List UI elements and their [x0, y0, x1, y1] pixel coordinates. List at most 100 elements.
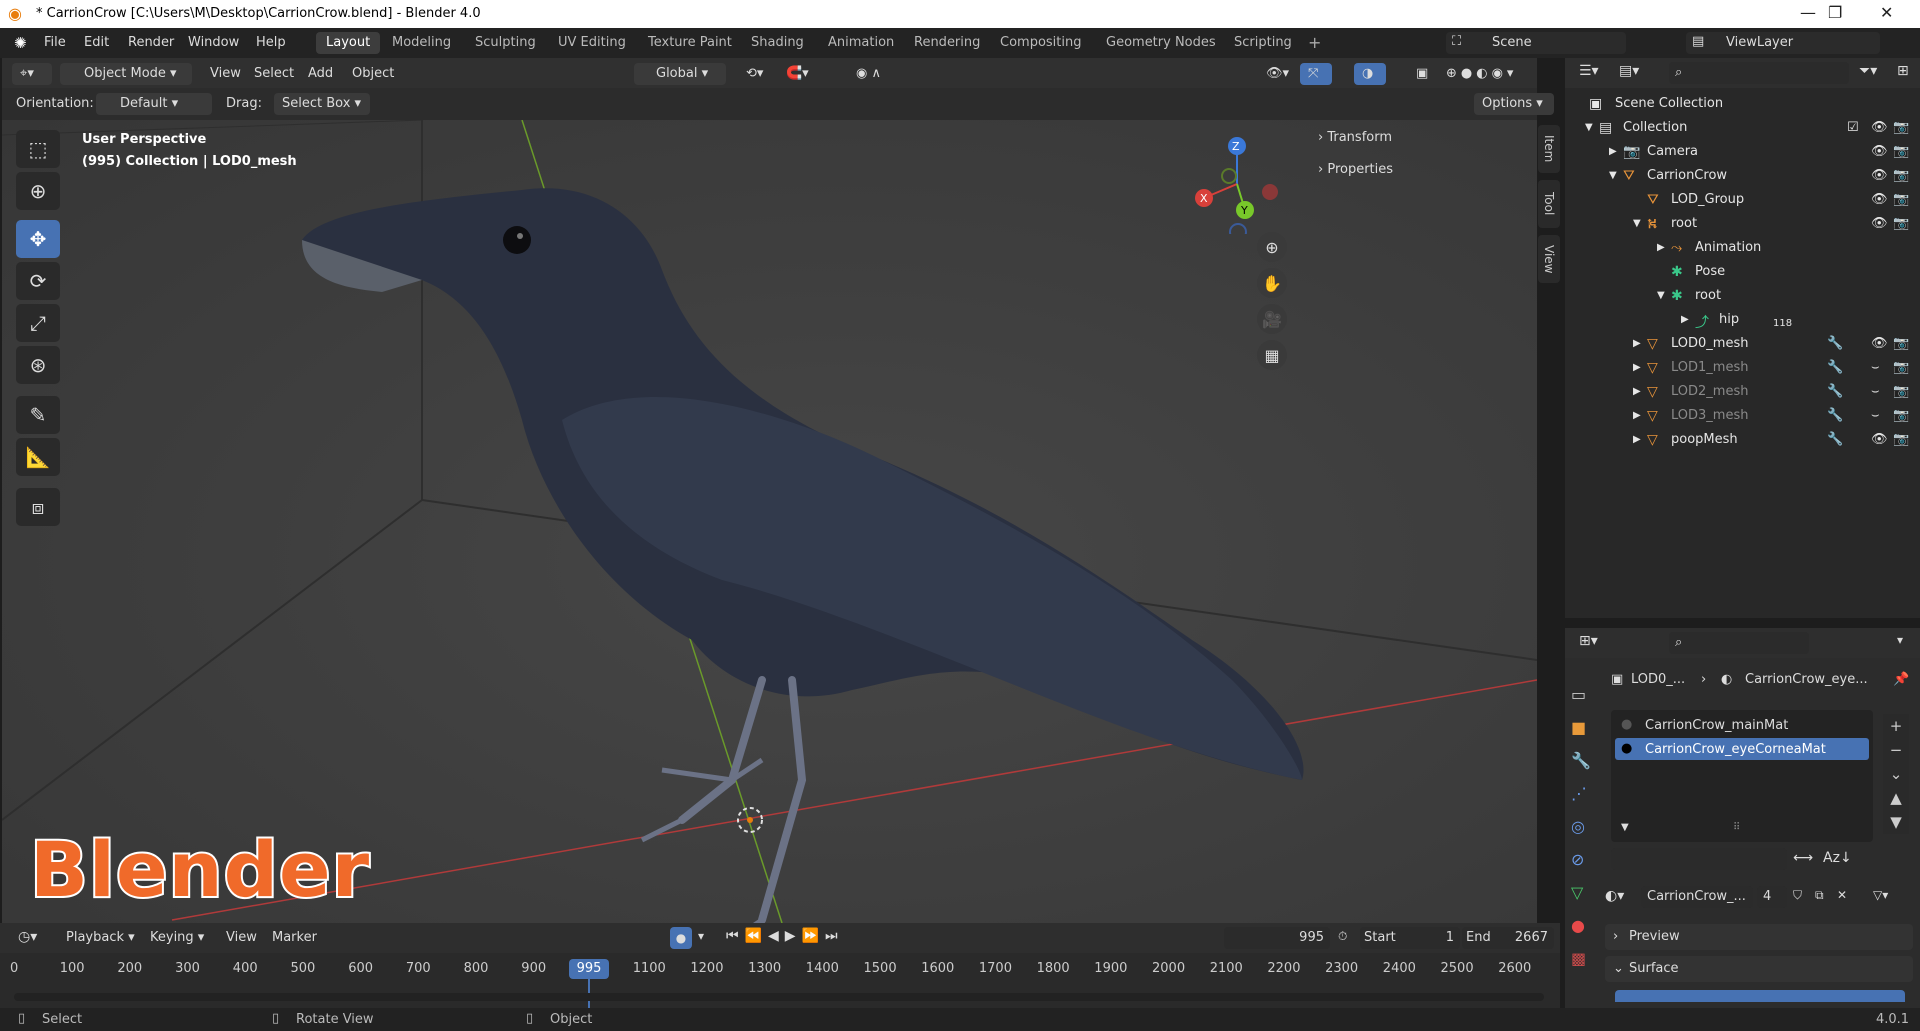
orientation-dropdown[interactable]: Default ▾	[96, 93, 212, 115]
render-toggle-icon[interactable]: 📷	[1893, 192, 1909, 207]
particles-tab-icon[interactable]: ⋰	[1571, 777, 1595, 810]
outliner-search-input[interactable]: ⌕	[1669, 62, 1849, 84]
outliner-row[interactable]: ✱ Pose	[1565, 260, 1920, 284]
move-up-icon[interactable]: ▲	[1883, 786, 1909, 810]
outliner-row[interactable]: ▶ ▽ poopMesh 👁 📷 🔧	[1565, 428, 1920, 452]
render-toggle-icon[interactable]: 📷	[1893, 408, 1909, 423]
menu-render[interactable]: Render	[128, 35, 174, 50]
constraints-tab-icon[interactable]: ⊘	[1571, 843, 1595, 876]
render-toggle-icon[interactable]: 📷	[1893, 168, 1909, 183]
drag-dropdown[interactable]: Select Box ▾	[274, 93, 370, 115]
duplicate-icon[interactable]: ⧉	[1815, 888, 1824, 903]
outliner-row[interactable]: ▼ ✱ root	[1565, 284, 1920, 308]
filter-icon[interactable]: ⏷▾	[1859, 63, 1877, 79]
tab-sculpting[interactable]: Sculpting	[465, 32, 546, 54]
timeline-scrollbar[interactable]	[14, 993, 1544, 1001]
outliner-editor-icon[interactable]: ☰▾	[1579, 63, 1599, 79]
eye-icon[interactable]: 👁	[1871, 168, 1888, 183]
transform-panel-header[interactable]: › Transform	[1318, 130, 1392, 145]
minimize-icon[interactable]: —	[1800, 3, 1816, 22]
move-down-icon[interactable]: ▼	[1883, 810, 1909, 834]
surface-node-field[interactable]	[1615, 990, 1905, 1002]
shading-modes-icon[interactable]: ⊕●◐◉▾	[1438, 63, 1525, 85]
modifier-icon[interactable]: 🔧	[1827, 360, 1843, 375]
render-toggle-icon[interactable]: 📷	[1893, 360, 1909, 375]
tool-tab-icon[interactable]: ▭	[1571, 678, 1595, 711]
viewport-menu-select[interactable]: Select	[246, 63, 302, 85]
scale-tool-icon[interactable]: ⤢	[16, 304, 60, 342]
expand-arrow-icon[interactable]: ▼	[1609, 170, 1617, 181]
material-slot-item[interactable]: ● CarrionCrow_mainMat	[1615, 714, 1869, 736]
transform-orientation-dropdown[interactable]: Global ▾	[634, 63, 726, 85]
eye-icon[interactable]: 👁	[1871, 192, 1888, 207]
material-users-count[interactable]: 4	[1757, 886, 1787, 908]
expand-arrow-icon[interactable]: ▶	[1609, 146, 1617, 157]
modifier-icon[interactable]: 🔧	[1827, 384, 1843, 399]
eye-icon[interactable]: 👁	[1871, 144, 1888, 159]
add-slot-icon[interactable]: +	[1883, 714, 1909, 738]
outliner-row[interactable]: ⛛ LOD_Group 👁 📷	[1565, 188, 1920, 212]
remove-slot-icon[interactable]: −	[1883, 738, 1909, 762]
menu-edit[interactable]: Edit	[84, 35, 109, 50]
tab-uv-editing[interactable]: UV Editing	[548, 32, 636, 54]
ortho-grid-icon[interactable]: ▦	[1257, 340, 1287, 370]
new-collection-icon[interactable]: ⊞	[1897, 63, 1909, 79]
eye-icon[interactable]: 👁	[1871, 216, 1888, 231]
expand-arrow-icon[interactable]: ▶	[1681, 314, 1689, 325]
cursor-tool-icon[interactable]: ⊕	[16, 172, 60, 210]
tab-geometry-nodes[interactable]: Geometry Nodes	[1096, 32, 1226, 54]
material-browse-icon[interactable]: ◐▾	[1605, 888, 1624, 904]
annotate-tool-icon[interactable]: ✎	[16, 396, 60, 434]
tab-texture-paint[interactable]: Texture Paint	[638, 32, 742, 54]
render-toggle-icon[interactable]: 📷	[1893, 336, 1909, 351]
navigation-gizmo[interactable]: Z X Y	[1182, 134, 1292, 234]
properties-editor-icon[interactable]: ⊞▾	[1579, 633, 1598, 649]
render-toggle-icon[interactable]: 📷	[1893, 144, 1909, 159]
properties-search-input[interactable]: ⌕	[1669, 632, 1809, 654]
render-toggle-icon[interactable]: 📷	[1893, 216, 1909, 231]
material-name-field[interactable]: CarrionCrow_...	[1641, 886, 1753, 908]
pivot-icon[interactable]: ⟲▾	[738, 63, 771, 85]
sidebar-tab-tool[interactable]: Tool	[1538, 180, 1560, 228]
snap-icon[interactable]: 🧲▾	[778, 63, 817, 85]
render-toggle-icon[interactable]: 📷	[1893, 120, 1909, 135]
expand-arrow-icon[interactable]: ▶	[1633, 386, 1641, 397]
tab-layout[interactable]: Layout	[316, 32, 381, 54]
eye-icon[interactable]: 👁	[1871, 432, 1888, 447]
exclude-checkbox[interactable]: ☑	[1847, 120, 1859, 135]
outliner-row[interactable]: ▶ ⤳ Animation	[1565, 236, 1920, 260]
overlay-toggle-icon[interactable]: ◑	[1354, 63, 1386, 85]
outliner-row[interactable]: ▶ ▽ LOD1_mesh ⌣ 📷 🔧	[1565, 356, 1920, 380]
3d-viewport[interactable]: User Perspective (995) Collection | LOD0…	[2, 120, 1537, 923]
expand-arrow-icon[interactable]: ▼	[1585, 122, 1593, 133]
outliner-row-scene-collection[interactable]: ▣ Scene Collection	[1565, 92, 1920, 116]
texture-tab-icon[interactable]: ▩	[1571, 942, 1595, 975]
data-tab-icon[interactable]: ▽	[1571, 876, 1595, 909]
select-box-tool-icon[interactable]: ⬚	[16, 130, 60, 168]
visibility-icon[interactable]: 👁▾	[1258, 63, 1297, 85]
outliner-row[interactable]: ▶ ▽ LOD2_mesh ⌣ 📷 🔧	[1565, 380, 1920, 404]
add-workspace-icon[interactable]: +	[1308, 33, 1321, 52]
hidden-eye-icon[interactable]: ⌣	[1871, 384, 1880, 399]
transform-tool-icon[interactable]: ⊛	[16, 346, 60, 384]
display-mode-icon[interactable]: ▤▾	[1619, 63, 1639, 79]
measure-tool-icon[interactable]: 📐	[16, 438, 60, 476]
add-cube-tool-icon[interactable]: ⧈	[16, 488, 60, 526]
tab-rendering[interactable]: Rendering	[904, 32, 990, 54]
sort-button[interactable]: Az↓	[1823, 850, 1852, 866]
mode-dropdown[interactable]: Object Mode ▾	[60, 63, 192, 85]
xray-icon[interactable]: ▣	[1408, 63, 1436, 85]
expand-list-icon[interactable]: ▼	[1621, 822, 1629, 833]
outliner-row[interactable]: ▼ ⛕ root 👁 📷	[1565, 212, 1920, 236]
outliner-row[interactable]: ▶ ▽ LOD3_mesh ⌣ 📷 🔧	[1565, 404, 1920, 428]
menu-file[interactable]: File	[44, 35, 66, 50]
blender-menu-icon[interactable]: ✺	[14, 34, 27, 52]
close-icon[interactable]: ✕	[1880, 3, 1893, 22]
eye-icon[interactable]: 👁	[1871, 336, 1888, 351]
zoom-icon[interactable]: ⊕	[1257, 232, 1287, 262]
tab-modeling[interactable]: Modeling	[382, 32, 461, 54]
playhead[interactable]: 995	[569, 959, 609, 979]
rotate-tool-icon[interactable]: ⟳	[16, 262, 60, 300]
collapse-icon[interactable]: ▾	[1897, 633, 1903, 647]
tab-compositing[interactable]: Compositing	[990, 32, 1092, 54]
